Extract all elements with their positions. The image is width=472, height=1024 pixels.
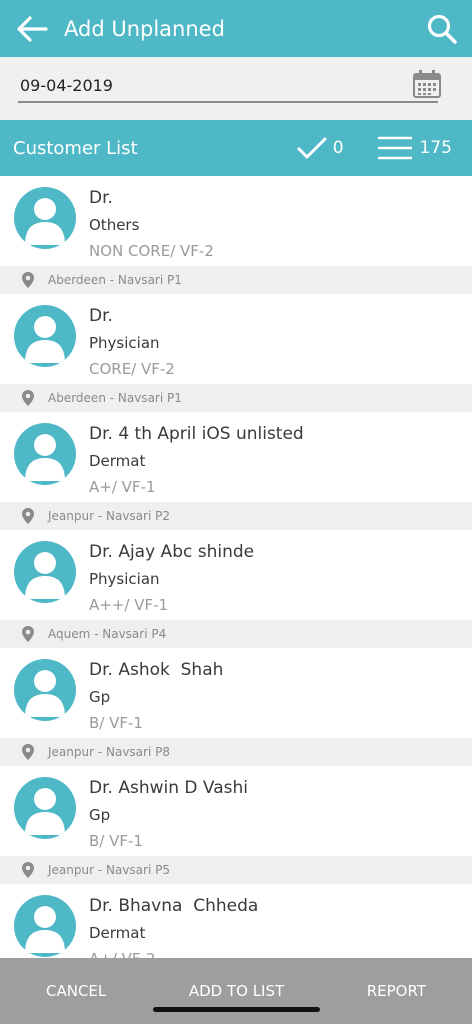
check-icon [297,137,327,159]
customer-category: B/ VF-1 [89,832,143,850]
location-text: Jeanpur - Navsari P2 [48,509,170,523]
customer-row[interactable]: Dr. Ashwin D Vashi Gp B/ VF-1 [0,766,472,856]
customer-specialty: Physician [89,334,160,352]
customer-category: A+/ VF-2 [89,950,156,958]
customer-name: Dr. [89,188,113,208]
selected-count: 0 [332,138,344,158]
customer-row[interactable]: Dr. Ashok Shah Gp B/ VF-1 [0,648,472,738]
avatar [14,423,76,485]
customer-row[interactable]: Dr. Bhavna Chheda Dermat A+/ VF-2 [0,884,472,958]
person-icon [25,198,65,245]
customer-name: Dr. 4 th April iOS unlisted [89,424,304,444]
customer-card[interactable]: Dr. Ashok Shah Gp B/ VF-1 Jeanpur - Navs… [0,648,472,766]
customer-specialty: Dermat [89,924,146,942]
customer-category: NON CORE/ VF-2 [89,242,214,260]
customer-location: Jeanpur - Navsari P8 [0,738,472,766]
search-icon [427,14,457,44]
customer-row[interactable]: Dr. Others NON CORE/ VF-2 [0,176,472,266]
customer-location: Jeanpur - Navsari P5 [0,856,472,884]
customer-name: Dr. [89,306,113,326]
total-count-button[interactable]: 175 [377,135,452,161]
avatar [14,777,76,839]
customer-row[interactable]: Dr. Physician CORE/ VF-2 [0,294,472,384]
avatar [14,305,76,367]
location-pin-icon [22,390,34,406]
location-text: Jeanpur - Navsari P5 [48,863,170,877]
date-field [18,67,438,103]
page-title: Add Unplanned [64,16,225,41]
location-text: Aquem - Navsari P4 [48,627,167,641]
location-pin-icon [22,862,34,878]
date-bar [0,57,472,120]
avatar [14,659,76,721]
avatar [14,895,76,957]
person-icon [25,434,65,481]
person-icon [25,552,65,599]
customer-name: Dr. Bhavna Chheda [89,896,259,916]
add-to-list-button[interactable]: ADD TO LIST [189,982,284,1000]
customer-name: Dr. Ashwin D Vashi [89,778,248,798]
calendar-icon[interactable] [412,69,442,99]
location-pin-icon [22,508,34,524]
person-icon [25,788,65,835]
back-button[interactable] [0,0,64,57]
customer-location: Jeanpur - Navsari P2 [0,502,472,530]
list-icon [377,136,412,160]
bottom-action-bar: CANCEL ADD TO LIST REPORT [0,958,472,1024]
customer-name: Dr. Ashok Shah [89,660,224,680]
customer-location: Aberdeen - Navsari P1 [0,384,472,412]
customer-card[interactable]: Dr. Ashwin D Vashi Gp B/ VF-1 Jeanpur - … [0,766,472,884]
customer-specialty: Gp [89,688,111,706]
location-pin-icon [22,272,34,288]
customer-row[interactable]: Dr. 4 th April iOS unlisted Dermat A+/ V… [0,412,472,502]
customer-specialty: Others [89,216,140,234]
customer-specialty: Gp [89,806,111,824]
total-count: 175 [419,138,452,158]
customer-card[interactable]: Dr. Physician CORE/ VF-2 Aberdeen - Navs… [0,294,472,412]
arrow-left-icon [17,15,48,42]
avatar [14,187,76,249]
customer-category: A++/ VF-1 [89,596,169,614]
avatar [14,541,76,603]
customer-specialty: Dermat [89,452,146,470]
date-input[interactable] [18,67,378,103]
location-pin-icon [22,744,34,760]
cancel-button[interactable]: CANCEL [46,982,106,1000]
customer-list-title: Customer List [13,137,138,159]
customer-card[interactable]: Dr. Ajay Abc shinde Physician A++/ VF-1 … [0,530,472,648]
report-button[interactable]: REPORT [367,982,426,1000]
search-button[interactable] [412,0,472,57]
location-text: Aberdeen - Navsari P1 [48,273,182,287]
customer-category: B/ VF-1 [89,714,143,732]
person-icon [25,316,65,363]
customer-list-header: Customer List 0 175 [0,120,472,176]
customer-specialty: Physician [89,570,160,588]
customer-category: A+/ VF-1 [89,478,156,496]
selected-count-button[interactable]: 0 [297,136,344,160]
location-text: Jeanpur - Navsari P8 [48,745,170,759]
location-text: Aberdeen - Navsari P1 [48,391,182,405]
person-icon [25,906,65,953]
app-bar: Add Unplanned [0,0,472,57]
home-indicator [153,1007,320,1012]
customer-location: Aberdeen - Navsari P1 [0,266,472,294]
customer-category: CORE/ VF-2 [89,360,175,378]
customer-card[interactable]: Dr. 4 th April iOS unlisted Dermat A+/ V… [0,412,472,530]
person-icon [25,670,65,717]
customer-card[interactable]: Dr. Bhavna Chheda Dermat A+/ VF-2 [0,884,472,958]
customer-row[interactable]: Dr. Ajay Abc shinde Physician A++/ VF-1 [0,530,472,620]
customer-location: Aquem - Navsari P4 [0,620,472,648]
customer-list[interactable]: Dr. Others NON CORE/ VF-2 Aberdeen - Nav… [0,176,472,958]
customer-name: Dr. Ajay Abc shinde [89,542,255,562]
customer-card[interactable]: Dr. Others NON CORE/ VF-2 Aberdeen - Nav… [0,176,472,294]
location-pin-icon [22,626,34,642]
